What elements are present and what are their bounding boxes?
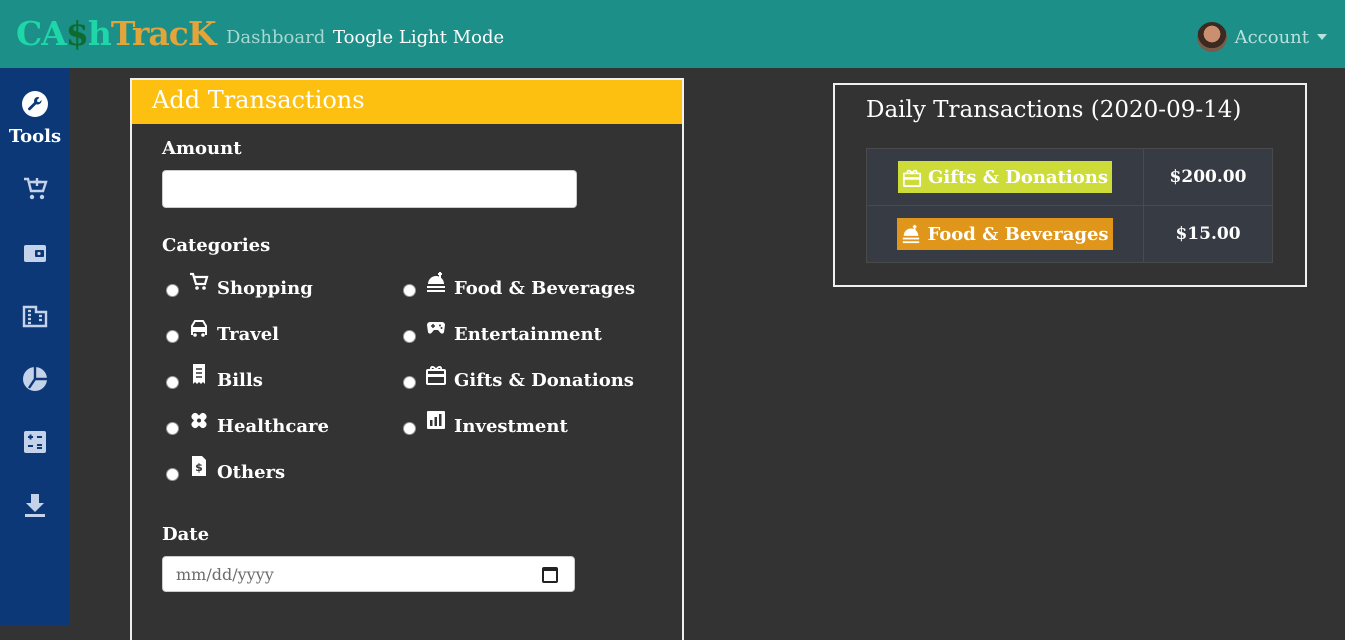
category-cell: Food & Beverages (866, 205, 1144, 263)
category-label: Bills (217, 369, 263, 391)
top-navbar: CA$hTracK Dashboard Toogle Light Mode Ac… (0, 0, 1345, 68)
food-icon (427, 272, 445, 292)
category-investment[interactable]: Investment (403, 411, 568, 438)
radio-travel[interactable] (166, 329, 179, 343)
category-entertainment[interactable]: Entertainment (403, 322, 602, 346)
category-label: Travel (217, 323, 279, 345)
brand-part-h: h (87, 14, 112, 53)
daily-transactions-table: Gifts & Donations $200.00 Food & Beverag… (866, 148, 1273, 263)
amount-input[interactable] (162, 170, 577, 208)
radio-food-beverages[interactable] (403, 283, 416, 297)
radio-gifts-donations[interactable] (403, 375, 416, 389)
add-cart-icon[interactable] (18, 172, 52, 206)
gift-icon (902, 169, 922, 187)
amount-label: Amount (162, 138, 242, 159)
category-travel[interactable]: Travel (166, 320, 279, 346)
building-icon[interactable] (18, 299, 52, 333)
cart-icon (190, 272, 209, 290)
daily-transactions-title: Daily Transactions (2020-09-14) (866, 97, 1242, 123)
category-others[interactable]: $ Others (166, 456, 286, 484)
travel-icon (191, 320, 207, 337)
table-row: Gifts & Donations $200.00 (866, 148, 1273, 206)
radio-healthcare[interactable] (166, 421, 179, 435)
avatar (1196, 22, 1227, 52)
nav-dashboard-link[interactable]: Dashboard (226, 27, 325, 49)
category-label: Gifts & Donations (454, 369, 634, 391)
category-shopping[interactable]: Shopping (166, 272, 313, 300)
receipt-icon (193, 364, 205, 384)
category-label: Investment (454, 415, 568, 437)
category-healthcare[interactable]: Healthcare (166, 412, 329, 438)
radio-entertainment[interactable] (403, 329, 416, 343)
category-label: Food & Beverages (454, 277, 636, 299)
brand-logo[interactable]: CA$hTracK (16, 14, 217, 54)
category-label: Healthcare (217, 415, 329, 437)
categories-label: Categories (162, 235, 271, 256)
badge-label: Gifts & Donations (928, 166, 1108, 188)
toggle-light-mode-link[interactable]: Toogle Light Mode (333, 27, 504, 49)
category-badge-gifts: Gifts & Donations (898, 161, 1112, 193)
category-bills[interactable]: Bills (166, 364, 263, 392)
download-icon[interactable] (18, 488, 52, 522)
caret-down-icon (1317, 34, 1327, 40)
brand-part-dollar: $ (65, 14, 89, 53)
gift-icon (426, 366, 446, 385)
radio-investment[interactable] (403, 421, 416, 435)
dollar-file-icon: $ (192, 456, 206, 476)
gamepad-icon (427, 322, 445, 334)
category-label: Entertainment (454, 323, 602, 345)
svg-text:$: $ (195, 461, 203, 474)
amount-cell: $15.00 (1143, 205, 1273, 263)
date-label: Date (162, 524, 210, 545)
calculator-icon[interactable] (18, 425, 52, 459)
add-transactions-title: Add Transactions (132, 80, 682, 124)
sidebar: Tools (0, 68, 70, 625)
account-dropdown[interactable]: Account (1196, 22, 1327, 52)
table-row: Food & Beverages $15.00 (866, 205, 1273, 263)
food-icon (903, 224, 920, 244)
radio-bills[interactable] (166, 375, 179, 389)
category-food-beverages[interactable]: Food & Beverages (403, 272, 636, 300)
radio-others[interactable] (166, 467, 179, 481)
bandage-icon (191, 412, 207, 429)
pie-chart-icon[interactable] (18, 362, 52, 396)
wallet-icon[interactable] (18, 236, 52, 270)
add-transactions-card: Add Transactions Amount Categories Shopp… (130, 78, 684, 640)
brand-part-ca: CA (16, 14, 67, 53)
category-cell: Gifts & Donations (866, 148, 1144, 206)
investment-icon (427, 411, 445, 429)
account-label: Account (1234, 26, 1309, 48)
category-label: Shopping (217, 277, 313, 299)
wrench-icon[interactable] (22, 91, 48, 117)
date-placeholder: mm/dd/yyyy (176, 565, 274, 584)
badge-label: Food & Beverages (927, 223, 1109, 245)
calendar-icon[interactable] (542, 567, 558, 583)
amount-cell: $200.00 (1143, 148, 1273, 206)
category-badge-food: Food & Beverages (897, 218, 1113, 250)
radio-shopping[interactable] (166, 283, 179, 297)
daily-transactions-card: Daily Transactions (2020-09-14) Gifts & … (833, 83, 1307, 287)
tools-label: Tools (8, 126, 62, 147)
category-label: Others (217, 461, 286, 483)
date-input[interactable]: mm/dd/yyyy (162, 556, 575, 592)
brand-part-track: TracK (110, 14, 217, 53)
category-gifts-donations[interactable]: Gifts & Donations (403, 366, 634, 392)
